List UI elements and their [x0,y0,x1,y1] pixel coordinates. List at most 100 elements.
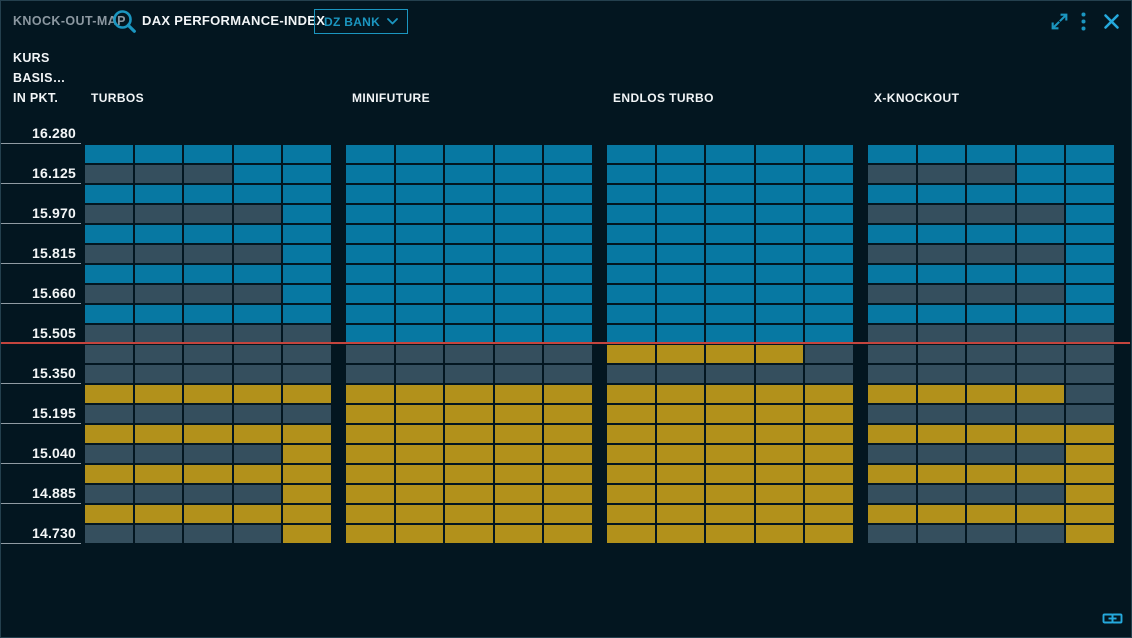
ko-cell-minifuture-r9c5[interactable] [544,305,592,323]
ko-cell-endlos-turbo-r8c1[interactable] [607,285,655,303]
ko-cell-minifuture-r17c2[interactable] [396,465,444,483]
ko-cell-endlos-turbo-r5c3[interactable] [706,225,754,243]
ko-cell-turbos-r13c5[interactable] [283,385,331,403]
ko-cell-x-knockout-r6c4[interactable] [1017,245,1065,263]
ko-cell-endlos-turbo-r15c5[interactable] [805,425,853,443]
ko-cell-x-knockout-r13c4[interactable] [1017,385,1065,403]
ko-cell-minifuture-r19c5[interactable] [544,505,592,523]
ko-cell-turbos-r19c4[interactable] [234,505,282,523]
ko-cell-minifuture-r13c1[interactable] [346,385,394,403]
ko-cell-minifuture-r12c5[interactable] [544,365,592,383]
ko-cell-turbos-r14c2[interactable] [135,405,183,423]
ko-cell-minifuture-r18c2[interactable] [396,485,444,503]
ko-cell-minifuture-r20c1[interactable] [346,525,394,543]
ko-cell-turbos-r3c1[interactable] [85,185,133,203]
underlying-name[interactable]: DAX PERFORMANCE-INDEX [142,13,325,28]
ko-cell-turbos-r18c5[interactable] [283,485,331,503]
search-icon[interactable] [110,7,138,35]
ko-cell-endlos-turbo-r18c1[interactable] [607,485,655,503]
ko-cell-minifuture-r17c4[interactable] [495,465,543,483]
ko-cell-endlos-turbo-r4c2[interactable] [657,205,705,223]
ko-cell-minifuture-r6c5[interactable] [544,245,592,263]
ko-cell-x-knockout-r12c5[interactable] [1066,365,1114,383]
ko-cell-minifuture-r15c2[interactable] [396,425,444,443]
ko-cell-turbos-r16c5[interactable] [283,445,331,463]
ko-cell-turbos-r9c3[interactable] [184,305,232,323]
ko-cell-x-knockout-r5c5[interactable] [1066,225,1114,243]
ko-cell-x-knockout-r18c4[interactable] [1017,485,1065,503]
ko-cell-minifuture-r19c3[interactable] [445,505,493,523]
ko-cell-turbos-r13c3[interactable] [184,385,232,403]
ko-cell-endlos-turbo-r13c5[interactable] [805,385,853,403]
ko-cell-x-knockout-r20c5[interactable] [1066,525,1114,543]
ko-cell-endlos-turbo-r18c3[interactable] [706,485,754,503]
ko-cell-x-knockout-r3c3[interactable] [967,185,1015,203]
ko-cell-turbos-r7c2[interactable] [135,265,183,283]
ko-cell-x-knockout-r4c5[interactable] [1066,205,1114,223]
ko-cell-x-knockout-r6c2[interactable] [918,245,966,263]
ko-cell-minifuture-r12c2[interactable] [396,365,444,383]
ko-cell-endlos-turbo-r13c2[interactable] [657,385,705,403]
ko-cell-turbos-r12c5[interactable] [283,365,331,383]
ko-cell-turbos-r13c4[interactable] [234,385,282,403]
ko-cell-endlos-turbo-r12c1[interactable] [607,365,655,383]
ko-cell-endlos-turbo-r7c3[interactable] [706,265,754,283]
ko-cell-minifuture-r11c2[interactable] [396,345,444,363]
ko-cell-endlos-turbo-r1c1[interactable] [607,145,655,163]
ko-cell-minifuture-r8c4[interactable] [495,285,543,303]
ko-cell-minifuture-r18c5[interactable] [544,485,592,503]
ko-cell-turbos-r4c1[interactable] [85,205,133,223]
ko-cell-endlos-turbo-r11c2[interactable] [657,345,705,363]
ko-cell-turbos-r15c4[interactable] [234,425,282,443]
ko-cell-turbos-r4c2[interactable] [135,205,183,223]
ko-cell-turbos-r14c4[interactable] [234,405,282,423]
ko-cell-minifuture-r7c2[interactable] [396,265,444,283]
ko-cell-minifuture-r13c5[interactable] [544,385,592,403]
ko-cell-minifuture-r20c3[interactable] [445,525,493,543]
ko-cell-x-knockout-r12c1[interactable] [868,365,916,383]
ko-cell-minifuture-r10c2[interactable] [396,325,444,343]
ko-cell-endlos-turbo-r19c4[interactable] [756,505,804,523]
ko-cell-minifuture-r16c4[interactable] [495,445,543,463]
ko-cell-endlos-turbo-r10c2[interactable] [657,325,705,343]
ko-cell-minifuture-r15c5[interactable] [544,425,592,443]
ko-cell-turbos-r2c2[interactable] [135,165,183,183]
ko-cell-endlos-turbo-r10c1[interactable] [607,325,655,343]
link-icon[interactable] [1102,611,1123,626]
ko-cell-minifuture-r11c1[interactable] [346,345,394,363]
ko-cell-endlos-turbo-r14c5[interactable] [805,405,853,423]
ko-cell-endlos-turbo-r14c2[interactable] [657,405,705,423]
ko-cell-x-knockout-r6c3[interactable] [967,245,1015,263]
ko-cell-x-knockout-r14c2[interactable] [918,405,966,423]
ko-cell-endlos-turbo-r12c3[interactable] [706,365,754,383]
ko-cell-turbos-r20c1[interactable] [85,525,133,543]
ko-cell-endlos-turbo-r4c3[interactable] [706,205,754,223]
ko-cell-turbos-r16c1[interactable] [85,445,133,463]
ko-cell-endlos-turbo-r18c2[interactable] [657,485,705,503]
ko-cell-minifuture-r11c3[interactable] [445,345,493,363]
ko-cell-x-knockout-r6c5[interactable] [1066,245,1114,263]
ko-cell-endlos-turbo-r5c4[interactable] [756,225,804,243]
ko-cell-x-knockout-r7c4[interactable] [1017,265,1065,283]
ko-cell-turbos-r1c1[interactable] [85,145,133,163]
ko-cell-turbos-r9c1[interactable] [85,305,133,323]
ko-cell-turbos-r6c5[interactable] [283,245,331,263]
ko-cell-minifuture-r6c3[interactable] [445,245,493,263]
ko-cell-x-knockout-r8c2[interactable] [918,285,966,303]
ko-cell-turbos-r1c2[interactable] [135,145,183,163]
ko-cell-endlos-turbo-r7c4[interactable] [756,265,804,283]
ko-cell-turbos-r19c2[interactable] [135,505,183,523]
ko-cell-minifuture-r11c5[interactable] [544,345,592,363]
ko-cell-x-knockout-r12c3[interactable] [967,365,1015,383]
ko-cell-turbos-r18c3[interactable] [184,485,232,503]
ko-cell-endlos-turbo-r20c4[interactable] [756,525,804,543]
ko-cell-minifuture-r17c5[interactable] [544,465,592,483]
ko-cell-x-knockout-r3c5[interactable] [1066,185,1114,203]
ko-cell-turbos-r15c2[interactable] [135,425,183,443]
ko-cell-minifuture-r18c4[interactable] [495,485,543,503]
ko-cell-minifuture-r7c4[interactable] [495,265,543,283]
ko-cell-turbos-r8c4[interactable] [234,285,282,303]
ko-cell-minifuture-r14c3[interactable] [445,405,493,423]
ko-cell-turbos-r15c5[interactable] [283,425,331,443]
ko-cell-turbos-r14c5[interactable] [283,405,331,423]
